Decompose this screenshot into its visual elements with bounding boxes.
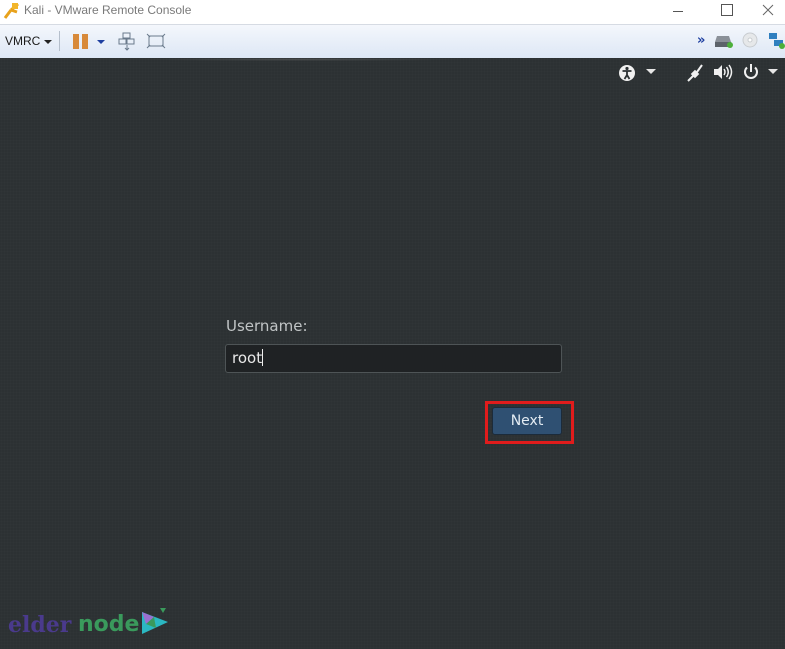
username-input[interactable]: root [225,344,562,373]
vmware-app-icon [3,2,19,19]
vmrc-toolbar: VMRC » [0,24,785,58]
accessibility-menu-caret[interactable] [646,69,656,74]
pause-options-dropdown[interactable] [97,40,105,44]
send-ctrl-alt-del-icon[interactable] [118,32,136,52]
next-button[interactable]: Next [492,407,562,435]
fullscreen-icon[interactable] [146,33,166,49]
minimize-button[interactable] [655,0,701,24]
toolbar-separator [59,31,60,51]
accessibility-icon[interactable] [618,64,636,82]
network-adapter-icon[interactable] [768,32,785,49]
wired-network-icon[interactable] [686,63,704,83]
close-icon [762,4,774,16]
window-title: Kali - VMware Remote Console [24,3,192,17]
pause-icon-bar [82,34,88,49]
text-cursor [262,349,264,366]
eldernode-logo-icon [142,608,168,634]
vmrc-menu-button[interactable]: VMRC [5,34,53,48]
username-value: root [232,349,263,367]
power-icon[interactable] [742,63,760,81]
hard-disk-icon[interactable] [714,34,734,48]
maximize-button[interactable] [703,0,749,24]
username-label: Username: [226,317,308,335]
title-bar: Kali - VMware Remote Console [0,0,785,24]
vmrc-menu-label: VMRC [5,34,41,48]
watermark-node-text: node [78,612,140,637]
chevron-down-icon [44,39,53,44]
more-icon[interactable]: » [697,33,705,48]
pause-icon [73,34,79,49]
vm-display[interactable]: Username: root Next elder node [0,58,785,649]
top-shadow [140,58,460,61]
pause-button[interactable] [73,34,89,49]
watermark-elder-text: elder [8,612,72,638]
volume-icon[interactable] [713,64,733,80]
cd-dvd-icon[interactable] [742,32,758,48]
close-button[interactable] [747,0,785,24]
system-menu-caret[interactable] [768,69,778,74]
